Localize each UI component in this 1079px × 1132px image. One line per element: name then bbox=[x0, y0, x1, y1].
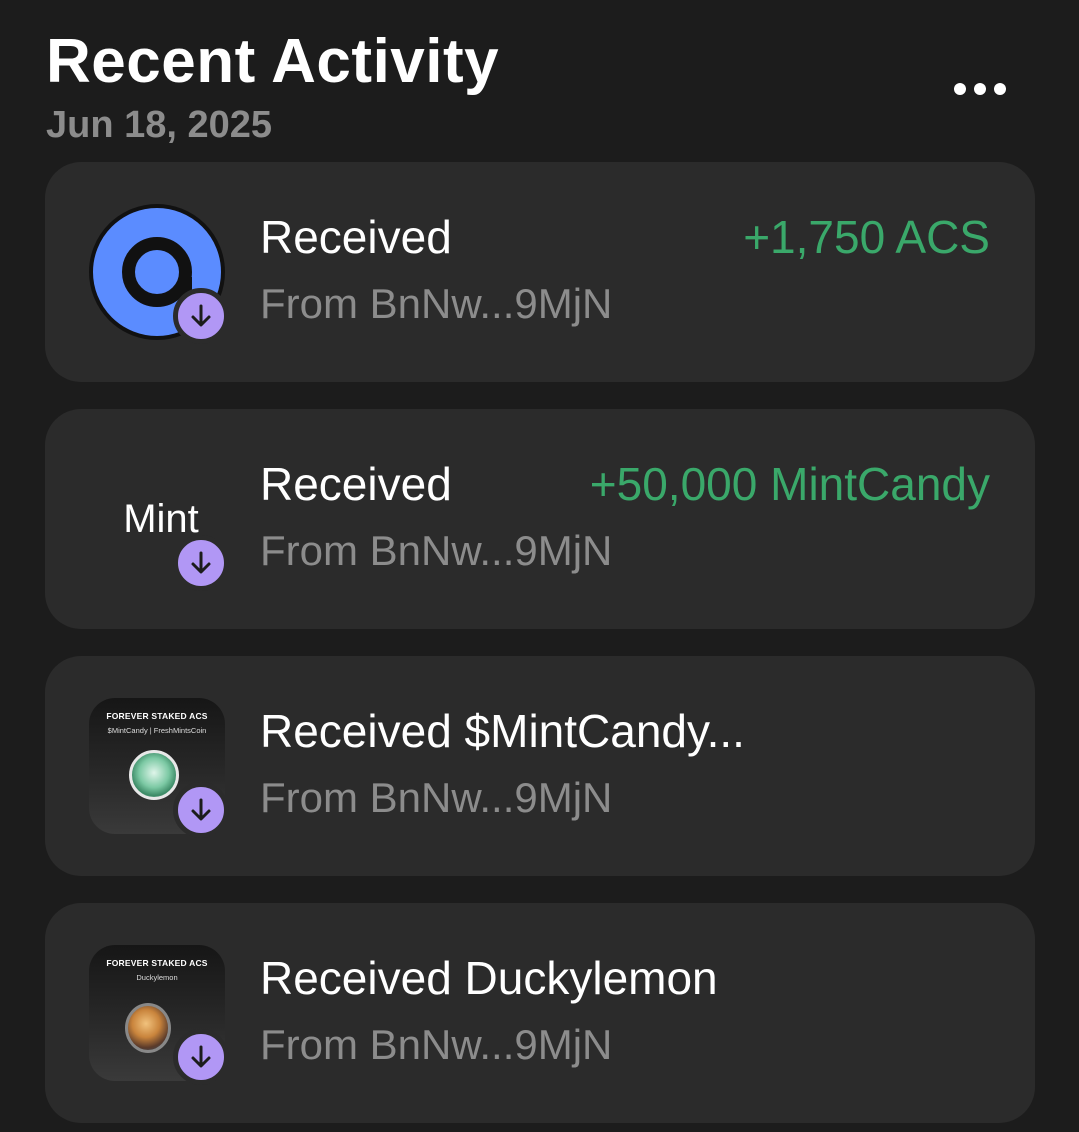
activity-title: Received bbox=[260, 458, 452, 510]
more-options-icon[interactable] bbox=[944, 74, 1016, 104]
activity-screen: Recent Activity Jun 18, 2025 Received +1… bbox=[0, 0, 1079, 1132]
token-avatar: Mint bbox=[89, 451, 229, 591]
activity-item[interactable]: Mint Received +50,000 MintCandy From BnN… bbox=[45, 409, 1035, 629]
activity-sender: From BnNw...9MjN bbox=[260, 774, 613, 821]
activity-amount: +50,000 MintCandy bbox=[589, 458, 990, 510]
token-avatar bbox=[89, 204, 229, 344]
nft-subheading: $MintCandy | FreshMintsCoin bbox=[107, 726, 207, 735]
header: Recent Activity Jun 18, 2025 bbox=[46, 27, 500, 147]
nft-subheading: Duckylemon bbox=[136, 973, 178, 982]
activity-sender: From BnNw...9MjN bbox=[260, 280, 613, 327]
arrow-down-icon bbox=[173, 288, 229, 344]
activity-title: Received bbox=[260, 211, 452, 263]
arrow-down-icon bbox=[173, 782, 229, 838]
activity-item[interactable]: FOREVER STAKED ACS Duckylemon Received D… bbox=[45, 903, 1035, 1123]
activity-sender: From BnNw...9MjN bbox=[260, 1021, 613, 1068]
activity-item[interactable]: FOREVER STAKED ACS $MintCandy | FreshMin… bbox=[45, 656, 1035, 876]
activity-title: Received $MintCandy... bbox=[260, 705, 745, 757]
nft-heading: FOREVER STAKED ACS bbox=[106, 958, 208, 968]
mint-candy-character bbox=[129, 750, 179, 800]
nft-heading: FOREVER STAKED ACS bbox=[106, 711, 208, 721]
more-dot bbox=[974, 83, 986, 95]
more-dot bbox=[954, 83, 966, 95]
arrow-down-icon bbox=[173, 535, 229, 591]
duckylemon-portrait bbox=[125, 1003, 171, 1053]
page-title: Recent Activity bbox=[46, 27, 500, 96]
activity-amount: +1,750 ACS bbox=[743, 211, 990, 263]
activity-title: Received Duckylemon bbox=[260, 952, 718, 1004]
activity-date: Jun 18, 2025 bbox=[46, 104, 273, 147]
nft-avatar: FOREVER STAKED ACS $MintCandy | FreshMin… bbox=[89, 698, 229, 838]
nft-avatar: FOREVER STAKED ACS Duckylemon bbox=[89, 945, 229, 1085]
more-dot bbox=[994, 83, 1006, 95]
activity-item[interactable]: Received +1,750 ACS From BnNw...9MjN bbox=[45, 162, 1035, 382]
arrow-down-icon bbox=[173, 1029, 229, 1085]
activity-sender: From BnNw...9MjN bbox=[260, 527, 613, 574]
